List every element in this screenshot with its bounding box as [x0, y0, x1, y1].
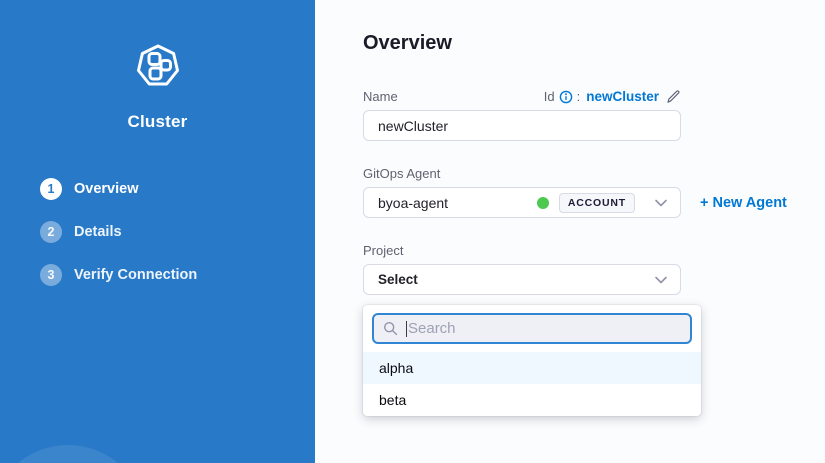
agent-row: byoa-agent ACCOUNT + New Agent [363, 181, 825, 218]
search-icon [383, 321, 398, 336]
name-label-row: Name Id : newCluster [363, 89, 681, 104]
project-label: Project [363, 243, 825, 258]
step-verify-connection[interactable]: 3 Verify Connection [40, 264, 315, 286]
overview-panel: Overview Name Id : newCluster [315, 0, 825, 463]
step-overview[interactable]: 1 Overview [40, 178, 315, 200]
chevron-down-icon [655, 199, 667, 207]
project-search-input[interactable] [408, 320, 681, 337]
id-value[interactable]: newCluster [586, 89, 659, 104]
agent-scope-badge: ACCOUNT [559, 193, 635, 213]
step-number: 3 [40, 264, 62, 286]
page-title: Overview [363, 32, 825, 55]
agent-status-dot [537, 197, 549, 209]
id-separator: : [577, 89, 581, 104]
name-input[interactable] [363, 110, 681, 141]
agent-select[interactable]: byoa-agent ACCOUNT [363, 187, 681, 218]
step-label: Details [74, 224, 122, 240]
project-select-value: Select [378, 272, 635, 287]
wizard-sidebar: Cluster 1 Overview 2 Details 3 Verify Co… [0, 0, 315, 463]
id-prefix: Id [544, 89, 555, 104]
project-field: Select [363, 264, 681, 295]
step-label: Overview [74, 181, 139, 197]
wizard-title: Cluster [0, 112, 315, 132]
sidebar-decoration-circle [0, 445, 146, 463]
wizard-steps: 1 Overview 2 Details 3 Verify Connection [0, 178, 315, 286]
project-option-beta[interactable]: beta [363, 384, 701, 416]
cluster-logo-wrap [0, 42, 315, 95]
name-label: Name [363, 89, 398, 104]
project-select[interactable]: Select [363, 264, 681, 295]
text-caret [406, 321, 407, 337]
info-icon[interactable] [559, 90, 573, 104]
id-row: Id : newCluster [544, 89, 681, 104]
project-option-alpha[interactable]: alpha [363, 352, 701, 384]
chevron-down-icon [655, 276, 667, 284]
step-number: 2 [40, 221, 62, 243]
cluster-wizard-dialog: Cluster 1 Overview 2 Details 3 Verify Co… [0, 0, 825, 463]
step-label: Verify Connection [74, 267, 197, 283]
new-agent-link[interactable]: + New Agent [700, 195, 787, 211]
edit-pencil-icon[interactable] [666, 89, 681, 104]
step-number: 1 [40, 178, 62, 200]
project-dropdown-panel: alpha beta [363, 305, 701, 416]
agent-label: GitOps Agent [363, 166, 825, 181]
agent-name: byoa-agent [378, 195, 537, 211]
cluster-heptagon-icon [134, 42, 182, 95]
step-details[interactable]: 2 Details [40, 221, 315, 243]
project-search-box [372, 313, 692, 344]
